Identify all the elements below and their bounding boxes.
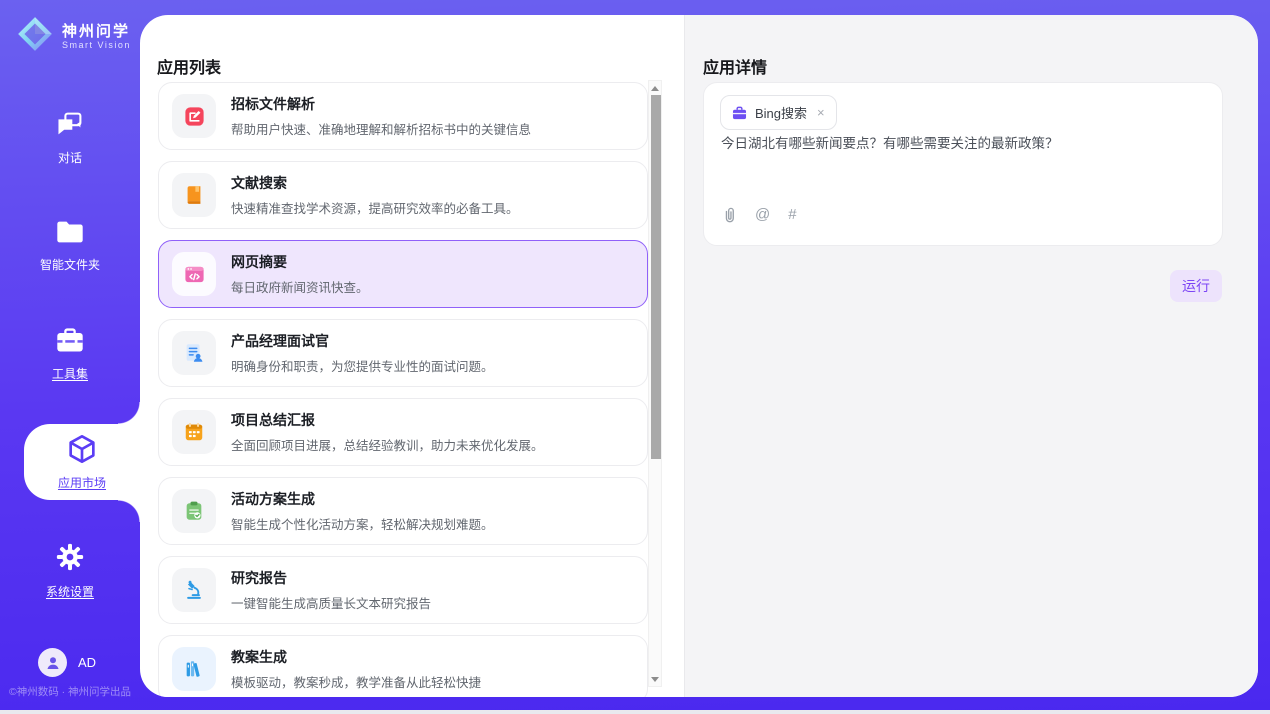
app-list-panel: 应用列表 招标文件解析 帮助用户快速、准确地理解和解析招标书中的关键信息	[140, 15, 684, 697]
briefcase-icon	[732, 106, 747, 120]
clipboard-check-icon	[172, 489, 216, 533]
prompt-editor[interactable]: Bing搜索 × 今日湖北有哪些新闻要点？有哪些需要关注的最新政策？ @ #	[703, 82, 1223, 246]
sidebar-item-label: 系统设置	[46, 583, 94, 600]
app-card-title: 网页摘要	[231, 252, 369, 272]
tool-tag-label: Bing搜索	[755, 103, 807, 122]
sidebar-item-toolset[interactable]: 工具集	[0, 327, 140, 382]
book-icon	[172, 173, 216, 217]
main-content: 应用列表 招标文件解析 帮助用户快速、准确地理解和解析招标书中的关键信息	[140, 15, 1258, 697]
tool-tag-bing-search[interactable]: Bing搜索 ×	[720, 95, 837, 130]
sidebar-item-chat[interactable]: 对话	[0, 110, 140, 166]
chat-icon	[55, 110, 85, 141]
app-card-title: 项目总结汇报	[231, 410, 544, 430]
sidebar-item-label: 智能文件夹	[40, 256, 100, 273]
app-card-title: 招标文件解析	[231, 94, 531, 114]
app-card-literature-search[interactable]: 文献搜索 快速精准查找学术资源，提高研究效率的必备工具。	[158, 161, 648, 229]
cube-icon	[66, 433, 98, 468]
user-account[interactable]: AD	[38, 648, 96, 677]
sidebar-footer: ©神州数码 · 神州问学出品	[0, 684, 140, 699]
sidebar-item-app-market[interactable]: 应用市场	[24, 424, 140, 500]
sidebar-item-label: 工具集	[52, 365, 88, 382]
prompt-text[interactable]: 今日湖北有哪些新闻要点？有哪些需要关注的最新政策？	[721, 134, 1201, 154]
app-card-activity-plan[interactable]: 活动方案生成 智能生成个性化活动方案，轻松解决规划难题。	[158, 477, 648, 545]
scroll-up-icon[interactable]	[649, 81, 661, 95]
close-icon[interactable]: ×	[817, 105, 825, 120]
paperclip-icon[interactable]	[721, 206, 737, 223]
hash-icon[interactable]: #	[788, 207, 796, 222]
app-card-title: 教案生成	[231, 647, 481, 667]
app-card-desc: 快速精准查找学术资源，提高研究效率的必备工具。	[231, 198, 519, 217]
app-card-bid-parse[interactable]: 招标文件解析 帮助用户快速、准确地理解和解析招标书中的关键信息	[158, 82, 648, 150]
app-card-web-summary[interactable]: 网页摘要 每日政府新闻资讯快查。	[158, 240, 648, 308]
app-card-desc: 每日政府新闻资讯快查。	[231, 277, 369, 296]
toolbox-icon	[55, 327, 85, 357]
user-initials: AD	[78, 655, 96, 670]
interview-icon	[172, 331, 216, 375]
app-card-title: 研究报告	[231, 568, 431, 588]
app-card-lesson-plan[interactable]: 教案生成 模板驱动，教案秒成，教学准备从此轻松快捷	[158, 635, 648, 697]
app-card-desc: 模板驱动，教案秒成，教学准备从此轻松快捷	[231, 672, 481, 691]
app-list-title: 应用列表	[157, 54, 221, 78]
folder-icon	[55, 219, 85, 248]
sidebar-item-settings[interactable]: 系统设置	[0, 542, 140, 600]
diamond-logo-icon	[16, 15, 54, 58]
app-card-desc: 全面回顾项目进展，总结经验教训，助力未来优化发展。	[231, 435, 544, 454]
calendar-icon	[172, 410, 216, 454]
app-detail-title: 应用详情	[703, 54, 767, 78]
gear-icon	[55, 542, 85, 575]
app-card-title: 活动方案生成	[231, 489, 494, 509]
at-icon[interactable]: @	[755, 207, 770, 222]
sidebar: 神州问学 Smart Vision 对话 智能文件夹	[0, 0, 140, 710]
person-icon	[45, 655, 61, 671]
sidebar-item-label: 对话	[58, 149, 82, 166]
scroll-down-icon[interactable]	[649, 672, 661, 686]
browser-code-icon	[172, 252, 216, 296]
microscope-icon	[172, 568, 216, 612]
run-button[interactable]: 运行	[1170, 270, 1222, 302]
avatar	[38, 648, 67, 677]
bottom-strip	[0, 710, 1270, 714]
books-icon	[172, 647, 216, 691]
sidebar-item-label: 应用市场	[58, 474, 106, 491]
app-card-list: 招标文件解析 帮助用户快速、准确地理解和解析招标书中的关键信息 文献搜索 快速精…	[158, 82, 648, 697]
app-card-title: 文献搜索	[231, 173, 519, 193]
app-card-title: 产品经理面试官	[231, 331, 494, 351]
app-detail-panel: 应用详情 Bing搜索 × 今日湖北有哪些新闻要点？有哪些需要关注的最新政策？	[684, 15, 1258, 697]
edit-icon	[172, 94, 216, 138]
app-card-desc: 明确身份和职责，为您提供专业性的面试问题。	[231, 356, 494, 375]
app-card-desc: 智能生成个性化活动方案，轻松解决规划难题。	[231, 514, 494, 533]
app-tagline: Smart Vision	[62, 40, 131, 50]
app-card-desc: 一键智能生成高质量长文本研究报告	[231, 593, 431, 612]
app-logo: 神州问学 Smart Vision	[16, 15, 131, 58]
app-card-project-summary[interactable]: 项目总结汇报 全面回顾项目进展，总结经验教训，助力未来优化发展。	[158, 398, 648, 466]
app-card-research-report[interactable]: 研究报告 一键智能生成高质量长文本研究报告	[158, 556, 648, 624]
app-list-scrollbar[interactable]	[648, 80, 662, 687]
scrollbar-thumb[interactable]	[651, 95, 661, 459]
app-card-pm-interviewer[interactable]: 产品经理面试官 明确身份和职责，为您提供专业性的面试问题。	[158, 319, 648, 387]
sidebar-item-smart-folder[interactable]: 智能文件夹	[0, 219, 140, 273]
attachment-toolbar: @ #	[721, 206, 797, 223]
app-name: 神州问学	[62, 23, 131, 40]
app-card-desc: 帮助用户快速、准确地理解和解析招标书中的关键信息	[231, 119, 531, 138]
